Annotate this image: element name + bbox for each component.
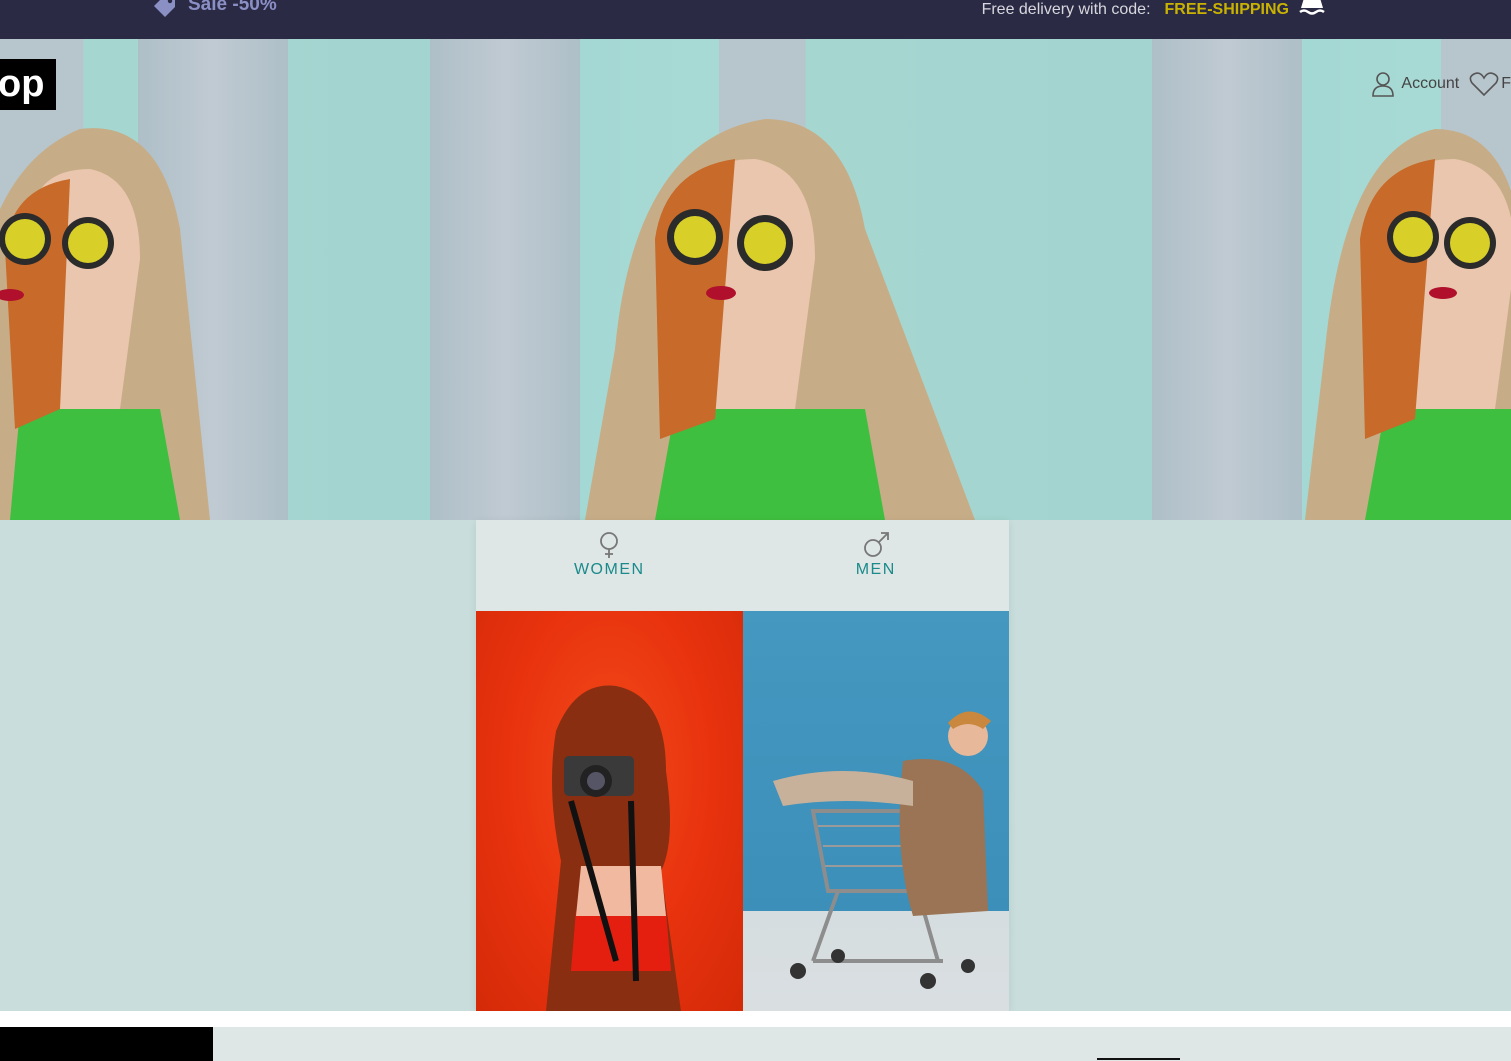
men-category-image [742, 611, 1009, 1011]
logo-text: op [0, 63, 45, 105]
delivery-code: FREE-SHIPPING [1164, 1, 1289, 18]
ship-icon [1299, 0, 1325, 15]
section-divider [0, 1011, 1511, 1027]
sale-link[interactable]: Sale -50% [150, 0, 277, 18]
female-icon [600, 532, 619, 558]
category-header: WOMEN [476, 520, 743, 611]
women-category-image [476, 611, 743, 1011]
account-link[interactable]: Account [1371, 71, 1459, 97]
footer-light-block [213, 1027, 1511, 1061]
delivery-promo: Free delivery with code: FREE-SHIPPING [982, 0, 1289, 20]
account-label: Account [1401, 75, 1460, 92]
category-men[interactable]: MEN [742, 520, 1009, 1011]
delivery-text: Free delivery with code: [981, 1, 1151, 18]
site-logo[interactable]: op [0, 59, 56, 110]
header-actions: Account F [1371, 69, 1511, 99]
promo-bar: Sale -50% Free delivery with code: FREE-… [0, 0, 1511, 39]
hero-pillar [1152, 39, 1302, 520]
category-label: MEN [855, 561, 896, 578]
sale-label: Sale -50% [188, 0, 277, 15]
favorites-label: F [1501, 75, 1511, 92]
tag-icon [154, 0, 175, 17]
male-icon [863, 532, 889, 557]
heart-icon [1469, 72, 1499, 97]
hero-model-figure [0, 128, 210, 520]
footer-underline [1097, 1058, 1180, 1060]
hero-pillar [430, 39, 580, 520]
hero-model-figure [585, 119, 975, 520]
category-label: WOMEN [573, 561, 645, 578]
user-icon [1372, 72, 1395, 97]
category-tiles: WOMEN MEN [476, 520, 1009, 1011]
category-women[interactable]: WOMEN [476, 520, 743, 1011]
favorites-link[interactable]: F [1469, 71, 1511, 97]
hero-banner[interactable] [0, 39, 1511, 520]
hero-model-figure [1305, 129, 1511, 520]
women-model-figure [546, 685, 681, 1011]
footer-dark-block [0, 1027, 213, 1061]
men-model-figure [772, 711, 991, 989]
category-header: MEN [742, 520, 1009, 611]
